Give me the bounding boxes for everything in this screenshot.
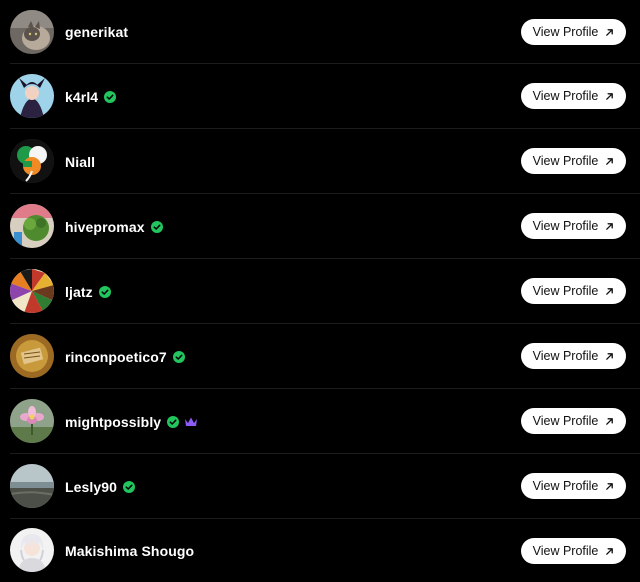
arrow-up-right-icon bbox=[606, 482, 614, 490]
view-profile-button-niall[interactable]: View Profile bbox=[521, 148, 626, 174]
arrow-up-right-icon bbox=[606, 352, 614, 360]
verified-check-icon bbox=[167, 416, 180, 428]
username-text: k4rl4 bbox=[65, 89, 99, 105]
avatar-k4rl4[interactable] bbox=[10, 74, 54, 118]
username-text: generikat bbox=[65, 24, 129, 40]
arrow-up-right-icon bbox=[606, 157, 614, 165]
user-row-makishima-shougo: Makishima Shougo View Profile bbox=[0, 519, 640, 582]
avatar-makishima-shougo[interactable] bbox=[10, 528, 54, 572]
view-profile-label: View Profile bbox=[532, 479, 599, 493]
username-mightpossibly[interactable]: mightpossibly bbox=[65, 414, 198, 430]
avatar-lesly90[interactable] bbox=[10, 464, 54, 508]
verified-check-icon bbox=[150, 221, 163, 233]
username-text: Niall bbox=[65, 154, 96, 170]
view-profile-button-hivepromax[interactable]: View Profile bbox=[521, 213, 626, 239]
view-profile-label: View Profile bbox=[532, 349, 599, 363]
arrow-up-right-icon bbox=[606, 28, 614, 36]
view-profile-button-makishima-shougo[interactable]: View Profile bbox=[521, 538, 626, 564]
user-row-k4rl4: k4rl4 View Profile bbox=[0, 64, 640, 129]
view-profile-label: View Profile bbox=[532, 284, 599, 298]
arrow-up-right-icon bbox=[606, 417, 614, 425]
view-profile-button-mightpossibly[interactable]: View Profile bbox=[521, 408, 626, 434]
arrow-up-right-icon bbox=[606, 222, 614, 230]
verified-check-icon bbox=[104, 91, 117, 103]
user-row-generikat: generikat View Profile bbox=[0, 0, 640, 64]
view-profile-label: View Profile bbox=[532, 219, 599, 233]
username-hivepromax[interactable]: hivepromax bbox=[65, 219, 163, 235]
view-profile-label: View Profile bbox=[532, 414, 599, 428]
view-profile-button-k4rl4[interactable]: View Profile bbox=[521, 83, 626, 109]
verified-check-icon bbox=[172, 351, 185, 363]
avatar-rinconpoetico7[interactable] bbox=[10, 334, 54, 378]
user-list: generikat View Profile k4rl4 View Profil… bbox=[0, 0, 640, 582]
view-profile-label: View Profile bbox=[532, 544, 599, 558]
user-row-hivepromax: hivepromax View Profile bbox=[0, 194, 640, 259]
username-text: Makishima Shougo bbox=[65, 543, 195, 559]
avatar-ljatz[interactable] bbox=[10, 269, 54, 313]
username-text: Lesly90 bbox=[65, 479, 118, 495]
username-makishima-shougo[interactable]: Makishima Shougo bbox=[65, 543, 194, 559]
username-text: ljatz bbox=[65, 284, 93, 300]
view-profile-button-generikat[interactable]: View Profile bbox=[521, 19, 626, 45]
user-row-ljatz: ljatz View Profile bbox=[0, 259, 640, 324]
username-k4rl4[interactable]: k4rl4 bbox=[65, 89, 117, 105]
view-profile-label: View Profile bbox=[532, 25, 599, 39]
arrow-up-right-icon bbox=[606, 287, 614, 295]
view-profile-button-rinconpoetico7[interactable]: View Profile bbox=[521, 343, 626, 369]
username-lesly90[interactable]: Lesly90 bbox=[65, 479, 136, 495]
verified-check-icon bbox=[98, 286, 111, 298]
username-text: hivepromax bbox=[65, 219, 145, 235]
username-ljatz[interactable]: ljatz bbox=[65, 284, 111, 300]
view-profile-button-lesly90[interactable]: View Profile bbox=[521, 473, 626, 499]
user-row-rinconpoetico7: rinconpoetico7 View Profile bbox=[0, 324, 640, 389]
view-profile-button-ljatz[interactable]: View Profile bbox=[521, 278, 626, 304]
user-row-mightpossibly: mightpossibly View Profile bbox=[0, 389, 640, 454]
avatar-hivepromax[interactable] bbox=[10, 204, 54, 248]
avatar-mightpossibly[interactable] bbox=[10, 399, 54, 443]
username-rinconpoetico7[interactable]: rinconpoetico7 bbox=[65, 349, 185, 365]
user-row-niall: Niall View Profile bbox=[0, 129, 640, 194]
arrow-up-right-icon bbox=[606, 547, 614, 555]
verified-check-icon bbox=[123, 481, 136, 493]
view-profile-label: View Profile bbox=[532, 89, 599, 103]
username-text: rinconpoetico7 bbox=[65, 349, 167, 365]
crown-icon bbox=[185, 417, 198, 426]
username-text: mightpossibly bbox=[65, 414, 162, 430]
view-profile-label: View Profile bbox=[532, 154, 599, 168]
username-generikat[interactable]: generikat bbox=[65, 24, 128, 40]
username-niall[interactable]: Niall bbox=[65, 154, 95, 170]
avatar-niall[interactable] bbox=[10, 139, 54, 183]
user-row-lesly90: Lesly90 View Profile bbox=[0, 454, 640, 519]
avatar-generikat[interactable] bbox=[10, 10, 54, 54]
arrow-up-right-icon bbox=[606, 92, 614, 100]
